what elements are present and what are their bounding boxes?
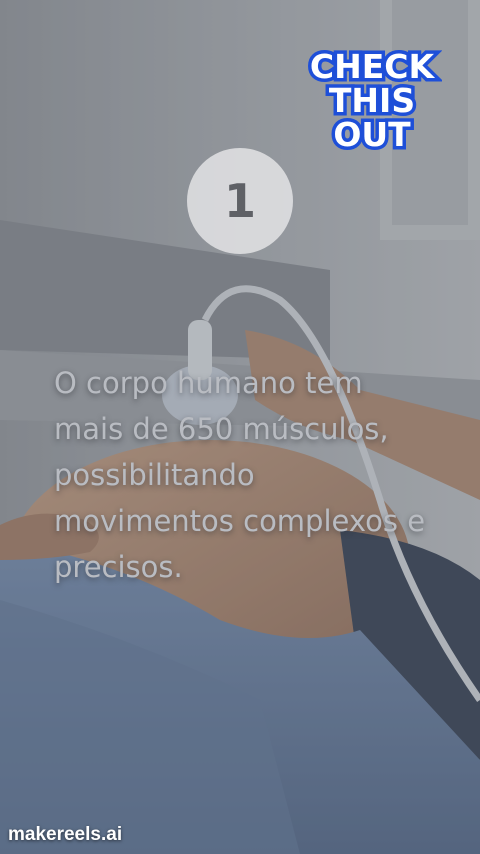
check-this-out-badge: CHECK THIS OUT [306,44,439,152]
fact-caption: O corpo humano tem mais de 650 músculos,… [54,366,426,584]
badge-line-3: OUT [333,115,411,152]
step-number: 1 [223,174,256,228]
step-number-badge: 1 [187,148,293,254]
watermark: makereels.ai [8,824,123,845]
